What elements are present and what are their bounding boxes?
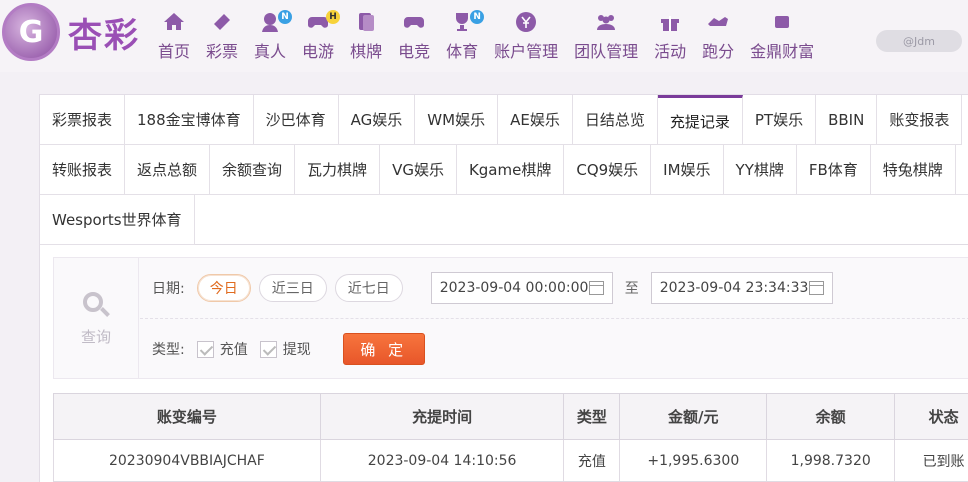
record-id: 20230904VBBIAJCHAF	[53, 439, 321, 482]
watermark: @Jdm	[876, 30, 962, 52]
record-time: 2023-09-04 14:10:56	[319, 439, 565, 482]
new-badge: N	[278, 10, 293, 24]
running-score-icon	[704, 8, 732, 36]
tab-truncated[interactable]: I	[955, 145, 968, 195]
logo-emblem-icon: G	[2, 3, 60, 61]
last-3-days-button[interactable]: 近三日	[258, 274, 327, 302]
col-header-status: 状态	[894, 393, 968, 440]
nav-item-team[interactable]: 团队管理	[566, 8, 646, 64]
tab-yy-cards[interactable]: YY棋牌	[723, 145, 797, 195]
records-table: 账变编号 充提时间 类型 金额/元 余额 状态 20230904VBBIAJCH…	[53, 393, 968, 482]
tab-fb-sports[interactable]: FB体育	[796, 145, 871, 195]
nav-item-account[interactable]: 账户管理	[486, 8, 566, 64]
col-header-amount: 金额/元	[619, 393, 768, 440]
nav-item-running-score[interactable]: 跑分	[694, 8, 742, 64]
query-section: 查询 日期: 今日 近三日 近七日 2023-09-04 00:00:00 至 …	[53, 257, 968, 379]
tab-pt[interactable]: PT娱乐	[742, 95, 817, 145]
lottery-ticket-icon	[208, 8, 236, 36]
tab-im[interactable]: IM娱乐	[651, 145, 724, 195]
team-users-icon	[592, 8, 620, 36]
to-label: 至	[624, 281, 639, 297]
gift-icon	[656, 8, 684, 36]
record-type: 充值	[563, 439, 621, 482]
col-header-id: 账变编号	[53, 393, 321, 440]
tab-kgame[interactable]: Kgame棋牌	[456, 145, 565, 195]
nav-item-home[interactable]: 首页	[150, 8, 198, 64]
nav-item-cards[interactable]: 棋牌	[342, 8, 390, 64]
tab-balance-query[interactable]: 余额查询	[210, 145, 296, 195]
logo-text: 杏彩	[68, 15, 140, 56]
calendar-icon[interactable]	[588, 281, 604, 295]
esports-controller-icon	[400, 8, 428, 36]
tab-lottery-report[interactable]: 彩票报表	[40, 95, 126, 145]
playing-cards-icon	[352, 8, 380, 36]
tab-188-sports[interactable]: 188金宝博体育	[125, 95, 254, 145]
tab-wali-cards[interactable]: 瓦力棋牌	[295, 145, 381, 195]
withdraw-checkbox[interactable]: 提现	[259, 339, 311, 359]
nav-item-slots[interactable]: 电游 H	[294, 8, 342, 64]
top-header: G 杏彩 首页 彩票 真人 N 电游 H 棋牌 电竞 体育 N 账户管理 团队管…	[0, 0, 968, 72]
divider	[140, 318, 968, 319]
tab-wesports[interactable]: Wesports世界体育	[40, 195, 195, 245]
tab-row-2: 转账报表 返点总额 余额查询 瓦力棋牌 VG娱乐 Kgame棋牌 CQ9娱乐 I…	[40, 145, 968, 195]
query-side-label: 查询	[80, 327, 111, 346]
nav-item-lottery[interactable]: 彩票	[198, 8, 246, 64]
hot-badge: H	[326, 10, 341, 24]
tab-row-3: Wesports世界体育	[40, 195, 195, 245]
home-icon	[160, 8, 188, 36]
last-7-days-button[interactable]: 近七日	[334, 274, 403, 302]
record-amount: +1,995.6300	[619, 439, 768, 482]
checkbox-icon[interactable]	[259, 340, 277, 358]
main-nav: 首页 彩票 真人 N 电游 H 棋牌 电竞 体育 N 账户管理 团队管理 活动 …	[150, 8, 822, 64]
tab-bbin[interactable]: BBIN	[816, 95, 878, 145]
query-side: 查询	[54, 258, 139, 378]
tab-saba-sports[interactable]: 沙巴体育	[253, 95, 339, 145]
nav-item-sports[interactable]: 体育 N	[438, 8, 486, 64]
yen-coin-icon	[512, 8, 540, 36]
tab-ag[interactable]: AG娱乐	[338, 95, 416, 145]
col-header-balance: 余额	[766, 393, 896, 440]
tab-rebate-total[interactable]: 返点总额	[125, 145, 211, 195]
nav-item-wealth[interactable]: 金鼎财富	[742, 8, 822, 64]
nav-item-activity[interactable]: 活动	[646, 8, 694, 64]
date-row: 日期: 今日 近三日 近七日 2023-09-04 00:00:00 至 202…	[152, 272, 833, 304]
tab-cq9[interactable]: CQ9娱乐	[564, 145, 652, 195]
tab-wm[interactable]: WM娱乐	[415, 95, 499, 145]
new-badge: N	[470, 10, 485, 24]
calendar-icon[interactable]	[808, 281, 824, 295]
wealth-icon	[768, 8, 796, 36]
tab-account-change-report[interactable]: 账变报表	[877, 95, 963, 145]
confirm-button[interactable]: 确 定	[342, 333, 425, 365]
today-button[interactable]: 今日	[196, 274, 251, 302]
nav-item-live[interactable]: 真人 N	[246, 8, 294, 64]
record-balance: 1,998.7320	[766, 439, 896, 482]
end-date-value: 2023-09-04 23:34:33	[659, 280, 809, 296]
nav-item-esports[interactable]: 电竞	[390, 8, 438, 64]
table-row: 20230904VBBIAJCHAF 2023-09-04 14:10:56 充…	[53, 439, 968, 482]
tab-deposit-withdraw-records[interactable]: 充提记录	[657, 95, 743, 145]
tab-daily-overview[interactable]: 日结总览	[572, 95, 658, 145]
report-tabs: 彩票报表 188金宝博体育 沙巴体育 AG娱乐 WM娱乐 AE娱乐 日结总览 充…	[40, 95, 968, 245]
col-header-time: 充提时间	[319, 393, 565, 440]
date-label: 日期:	[152, 281, 185, 297]
checkbox-icon[interactable]	[196, 340, 214, 358]
site-logo[interactable]: G 杏彩	[2, 3, 152, 61]
end-date-input[interactable]: 2023-09-04 23:34:33	[650, 272, 833, 304]
type-row: 类型: 充值 提现 确 定	[152, 332, 425, 366]
col-header-type: 类型	[563, 393, 621, 440]
tab-vg[interactable]: VG娱乐	[380, 145, 457, 195]
start-date-input[interactable]: 2023-09-04 00:00:00	[430, 272, 613, 304]
tab-ae[interactable]: AE娱乐	[498, 95, 573, 145]
table-header-row: 账变编号 充提时间 类型 金额/元 余额 状态	[53, 393, 968, 440]
search-icon	[81, 290, 111, 320]
tab-row-1: 彩票报表 188金宝博体育 沙巴体育 AG娱乐 WM娱乐 AE娱乐 日结总览 充…	[40, 95, 963, 145]
type-label: 类型:	[152, 342, 185, 358]
record-status: 已到账	[894, 439, 968, 482]
tab-tetu-cards[interactable]: 特兔棋牌	[870, 145, 956, 195]
tab-transfer-report[interactable]: 转账报表	[40, 145, 126, 195]
main-panel: 彩票报表 188金宝博体育 沙巴体育 AG娱乐 WM娱乐 AE娱乐 日结总览 充…	[39, 94, 968, 482]
deposit-checkbox[interactable]: 充值	[196, 339, 248, 359]
start-date-value: 2023-09-04 00:00:00	[439, 280, 589, 296]
